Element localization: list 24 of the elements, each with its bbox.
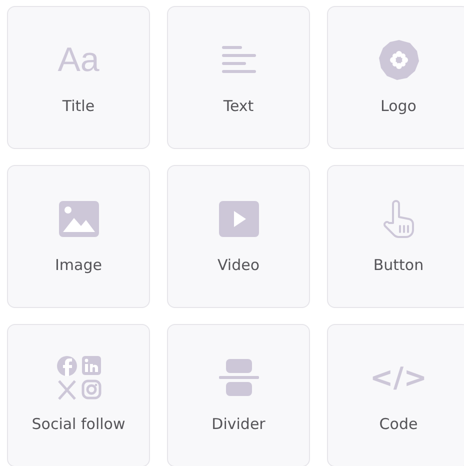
block-label: Image: [55, 256, 102, 274]
block-card[interactable]: </> Code: [327, 324, 464, 466]
flower-badge-icon: [378, 40, 418, 80]
block-label: Code: [379, 415, 418, 433]
block-label: Button: [373, 256, 424, 274]
block-card[interactable]: Social follow: [7, 324, 150, 466]
code-icon: </>: [370, 364, 428, 392]
block-card[interactable]: Button: [327, 165, 464, 308]
pointing-hand-icon: [382, 199, 416, 239]
block-label: Logo: [380, 97, 416, 115]
block-label: Divider: [212, 415, 266, 433]
social-icons-drawing: [56, 355, 102, 401]
block-card[interactable]: Text: [167, 6, 310, 149]
block-label: Title: [62, 97, 95, 115]
image-icon: [58, 201, 98, 237]
play-video-icon: [218, 201, 258, 237]
block-card[interactable]: Video: [167, 165, 310, 308]
block-card[interactable]: Logo: [327, 6, 464, 149]
block-label: Social follow: [32, 415, 126, 433]
block-card[interactable]: Image: [7, 165, 150, 308]
block-card[interactable]: Divider: [167, 324, 310, 466]
block-label: Video: [217, 256, 260, 274]
block-label: Text: [223, 97, 254, 115]
divider-icon: [218, 359, 258, 397]
